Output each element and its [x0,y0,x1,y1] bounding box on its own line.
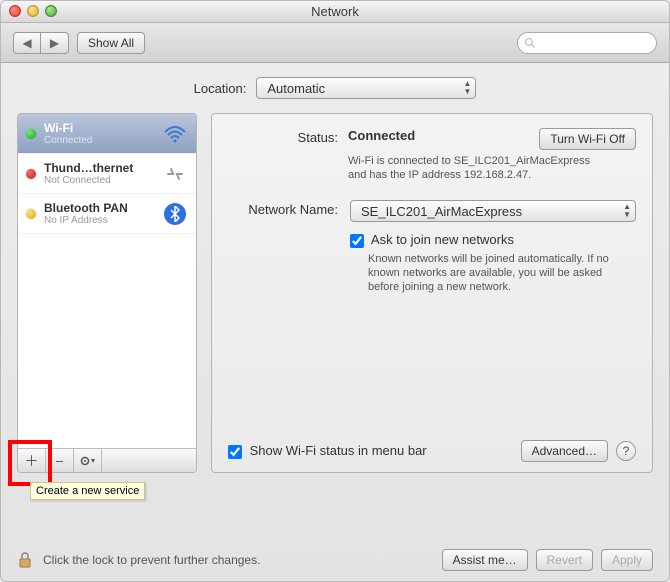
popup-arrows-icon: ▲▼ [623,203,631,219]
status-dot-icon [26,209,36,219]
assist-me-button[interactable]: Assist me… [442,549,528,571]
status-label: Status: [228,128,338,145]
help-button[interactable]: ? [616,441,636,461]
gear-dropdown-icon [80,455,96,467]
service-actions-button[interactable] [74,449,102,472]
remove-service-button[interactable]: − [46,449,74,472]
location-value: Automatic [267,81,325,96]
window-title: Network [311,4,359,19]
network-name-popup[interactable]: SE_ILC201_AirMacExpress ▲▼ [350,200,636,222]
service-sidebar: Wi-Fi Connected Thund…thernet Not Connec… [17,113,197,473]
ask-to-join-label: Ask to join new networks [371,232,514,247]
revert-button[interactable]: Revert [536,549,593,571]
status-value: Connected [348,128,415,143]
show-status-input[interactable] [228,445,242,459]
add-service-tooltip: Create a new service [30,482,145,500]
bluetooth-icon [162,201,188,227]
advanced-button[interactable]: Advanced… [521,440,608,462]
network-name-value: SE_ILC201_AirMacExpress [361,204,522,219]
sidebar-item-name: Thund…thernet [44,161,154,175]
ask-to-join-detail: Known networks will be joined automatica… [368,252,628,294]
show-all-button[interactable]: Show All [77,32,145,54]
search-icon [524,37,536,49]
status-dot-icon [26,129,36,139]
show-status-label: Show Wi-Fi status in menu bar [250,443,427,458]
show-status-checkbox[interactable]: Show Wi-Fi status in menu bar [228,443,427,459]
search-field[interactable] [517,32,657,54]
wifi-icon [162,121,188,147]
ask-to-join-input[interactable] [350,234,364,248]
add-service-button[interactable]: ＋ [18,449,46,472]
apply-button[interactable]: Apply [601,549,653,571]
sidebar-item-name: Bluetooth PAN [44,201,154,215]
main-panel: Status: Connected Turn Wi-Fi Off Wi-Fi i… [211,113,653,473]
popup-arrows-icon: ▲▼ [463,80,471,96]
back-button[interactable]: ◀ [13,32,41,54]
sidebar-item-sub: Connected [44,135,154,146]
thunderbolt-ethernet-icon [162,161,188,187]
sidebar-item-name: Wi-Fi [44,121,154,135]
turn-wifi-off-button[interactable]: Turn Wi-Fi Off [539,128,636,150]
sidebar-item-wifi[interactable]: Wi-Fi Connected [18,114,196,154]
lock-text: Click the lock to prevent further change… [43,553,260,567]
status-detail: Wi-Fi is connected to SE_ILC201_AirMacEx… [348,154,608,182]
titlebar: Network [1,1,669,23]
close-window-button[interactable] [9,5,21,17]
toolbar: ◀ ▶ Show All [1,23,669,63]
forward-button[interactable]: ▶ [41,32,69,54]
sidebar-item-bluetooth-pan[interactable]: Bluetooth PAN No IP Address [18,194,196,234]
sidebar-item-sub: Not Connected [44,175,154,186]
minimize-window-button[interactable] [27,5,39,17]
lock-icon[interactable] [17,552,33,568]
ask-to-join-checkbox[interactable]: Ask to join new networks [350,232,514,247]
sidebar-item-sub: No IP Address [44,215,154,226]
location-label: Location: [194,81,247,96]
status-dot-icon [26,169,36,179]
zoom-window-button[interactable] [45,5,57,17]
sidebar-item-thunderbolt-ethernet[interactable]: Thund…thernet Not Connected [18,154,196,194]
location-popup[interactable]: Automatic ▲▼ [256,77,476,99]
network-name-label: Network Name: [228,200,338,294]
